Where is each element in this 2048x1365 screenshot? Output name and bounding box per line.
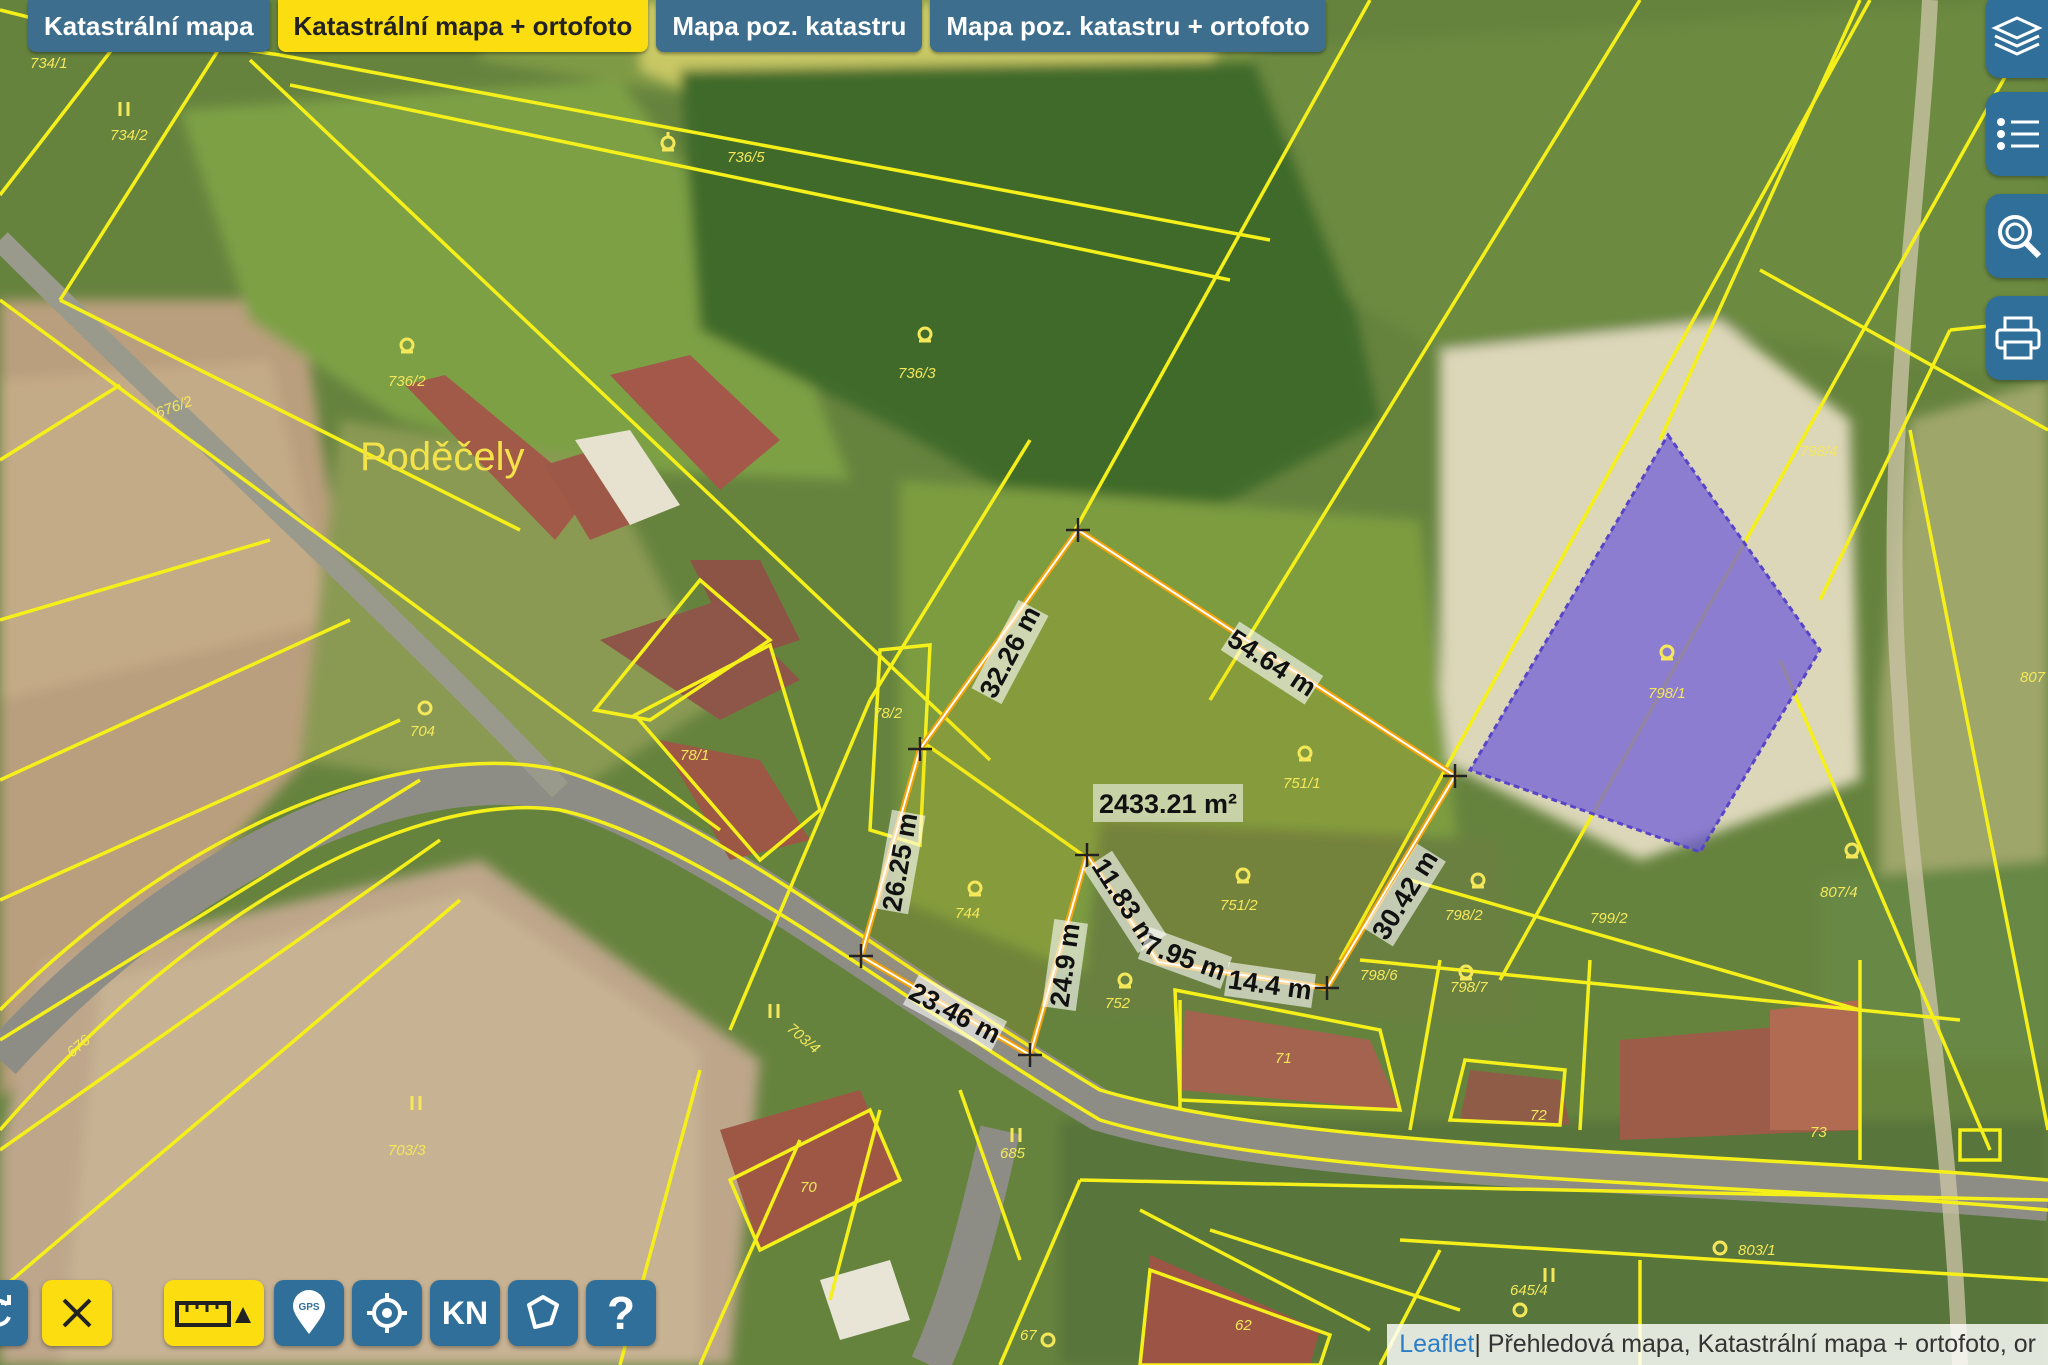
search-button[interactable] bbox=[1986, 194, 2048, 278]
map-canvas[interactable]: 32.26 m 54.64 m 26.25 m 30.42 m 11.83 m … bbox=[0, 0, 2048, 1365]
parcel-label: 752 bbox=[1105, 995, 1131, 1012]
tab-katastralni-mapa-ortofoto[interactable]: Katastrální mapa + ortofoto bbox=[277, 0, 649, 52]
parcel-label: 736/5 bbox=[727, 149, 765, 166]
village-name-label: Poděčely bbox=[360, 435, 525, 479]
search-icon bbox=[1998, 215, 2042, 259]
parcel-label: 751/2 bbox=[1220, 897, 1258, 914]
parcel-label: 78/2 bbox=[873, 705, 903, 722]
attribution-text: | Přehledová mapa, Katastrální mapa + or… bbox=[1474, 1330, 2036, 1358]
parcel-label: 807 bbox=[2020, 669, 2046, 686]
layers-button[interactable] bbox=[1986, 0, 2048, 78]
parcel-label: 70 bbox=[800, 1179, 817, 1196]
area-label: 2433.21 m² bbox=[1093, 784, 1243, 822]
parcel-label: 73 bbox=[1810, 1124, 1827, 1141]
parcel-label: 62 bbox=[1235, 1317, 1252, 1334]
help-icon: ? bbox=[606, 1287, 636, 1339]
polygon-shape-icon bbox=[527, 1295, 559, 1329]
gps-button[interactable]: GPS bbox=[274, 1280, 344, 1346]
close-measure-button[interactable] bbox=[42, 1280, 112, 1346]
kn-button[interactable]: KN bbox=[430, 1280, 500, 1346]
help-button[interactable]: ? bbox=[586, 1280, 656, 1346]
tab-mapa-poz-katastru-ortofoto[interactable]: Mapa poz. katastru + ortofoto bbox=[930, 0, 1326, 52]
parcel-label: 798/7 bbox=[1450, 979, 1488, 996]
parcel-label: 734/2 bbox=[110, 127, 148, 144]
parcel-label: 798/1 bbox=[1648, 685, 1686, 702]
print-button[interactable] bbox=[1986, 296, 2048, 380]
parcel-label: 736/2 bbox=[388, 373, 426, 390]
measure-tool-button[interactable] bbox=[164, 1280, 264, 1346]
parcel-label: 803/1 bbox=[1738, 1242, 1776, 1259]
refresh-icon bbox=[0, 1295, 11, 1327]
parcel-label: 807/4 bbox=[1820, 884, 1858, 901]
svg-text:2433.21 m²: 2433.21 m² bbox=[1099, 789, 1237, 819]
parcel-label: 798/6 bbox=[1360, 967, 1398, 984]
parcel-label: 751/1 bbox=[1283, 775, 1321, 792]
parcel-label: 72 bbox=[1530, 1107, 1547, 1124]
parcel-label: 645/4 bbox=[1510, 1282, 1548, 1299]
parcel-label: 704 bbox=[410, 723, 435, 740]
locate-button[interactable] bbox=[352, 1280, 422, 1346]
parcel-label: 67 bbox=[1020, 1327, 1037, 1344]
svg-text:GPS: GPS bbox=[298, 1302, 319, 1313]
parcel-label: 744 bbox=[955, 905, 980, 922]
parcel-label: 685 bbox=[1000, 1145, 1026, 1162]
parcel-label: 799/2 bbox=[1590, 910, 1628, 927]
print-icon bbox=[1995, 316, 2041, 360]
legend-button[interactable] bbox=[1986, 92, 2048, 176]
tab-mapa-poz-katastru[interactable]: Mapa poz. katastru bbox=[656, 0, 923, 52]
close-icon bbox=[62, 1298, 92, 1328]
parcel-label: 734/1 bbox=[30, 55, 68, 72]
leaflet-link[interactable]: Leaflet bbox=[1399, 1330, 1474, 1359]
parcel-label: 798/4 bbox=[1800, 443, 1838, 460]
refresh-button[interactable] bbox=[0, 1280, 28, 1346]
map-type-tabs: Katastrální mapa Katastrální mapa + orto… bbox=[28, 0, 1326, 52]
measure-ruler-icon bbox=[175, 1301, 251, 1327]
parcel-label: 798/2 bbox=[1445, 907, 1483, 924]
layers-icon bbox=[1991, 16, 2043, 56]
polygon-tool-button[interactable] bbox=[508, 1280, 578, 1346]
kn-label: KN bbox=[441, 1294, 489, 1331]
legend-list-icon bbox=[1997, 118, 2039, 150]
parcel-label: 736/3 bbox=[898, 365, 936, 382]
parcel-label: 78/1 bbox=[680, 747, 709, 764]
parcel-label: 703/3 bbox=[388, 1142, 426, 1159]
gps-pin-icon: GPS bbox=[293, 1290, 325, 1334]
map-attribution: Leaflet | Přehledová mapa, Katastrální m… bbox=[1387, 1324, 2048, 1365]
locate-crosshair-icon bbox=[367, 1293, 407, 1333]
tab-katastralni-mapa[interactable]: Katastrální mapa bbox=[28, 0, 270, 52]
parcel-label: 71 bbox=[1275, 1050, 1292, 1067]
